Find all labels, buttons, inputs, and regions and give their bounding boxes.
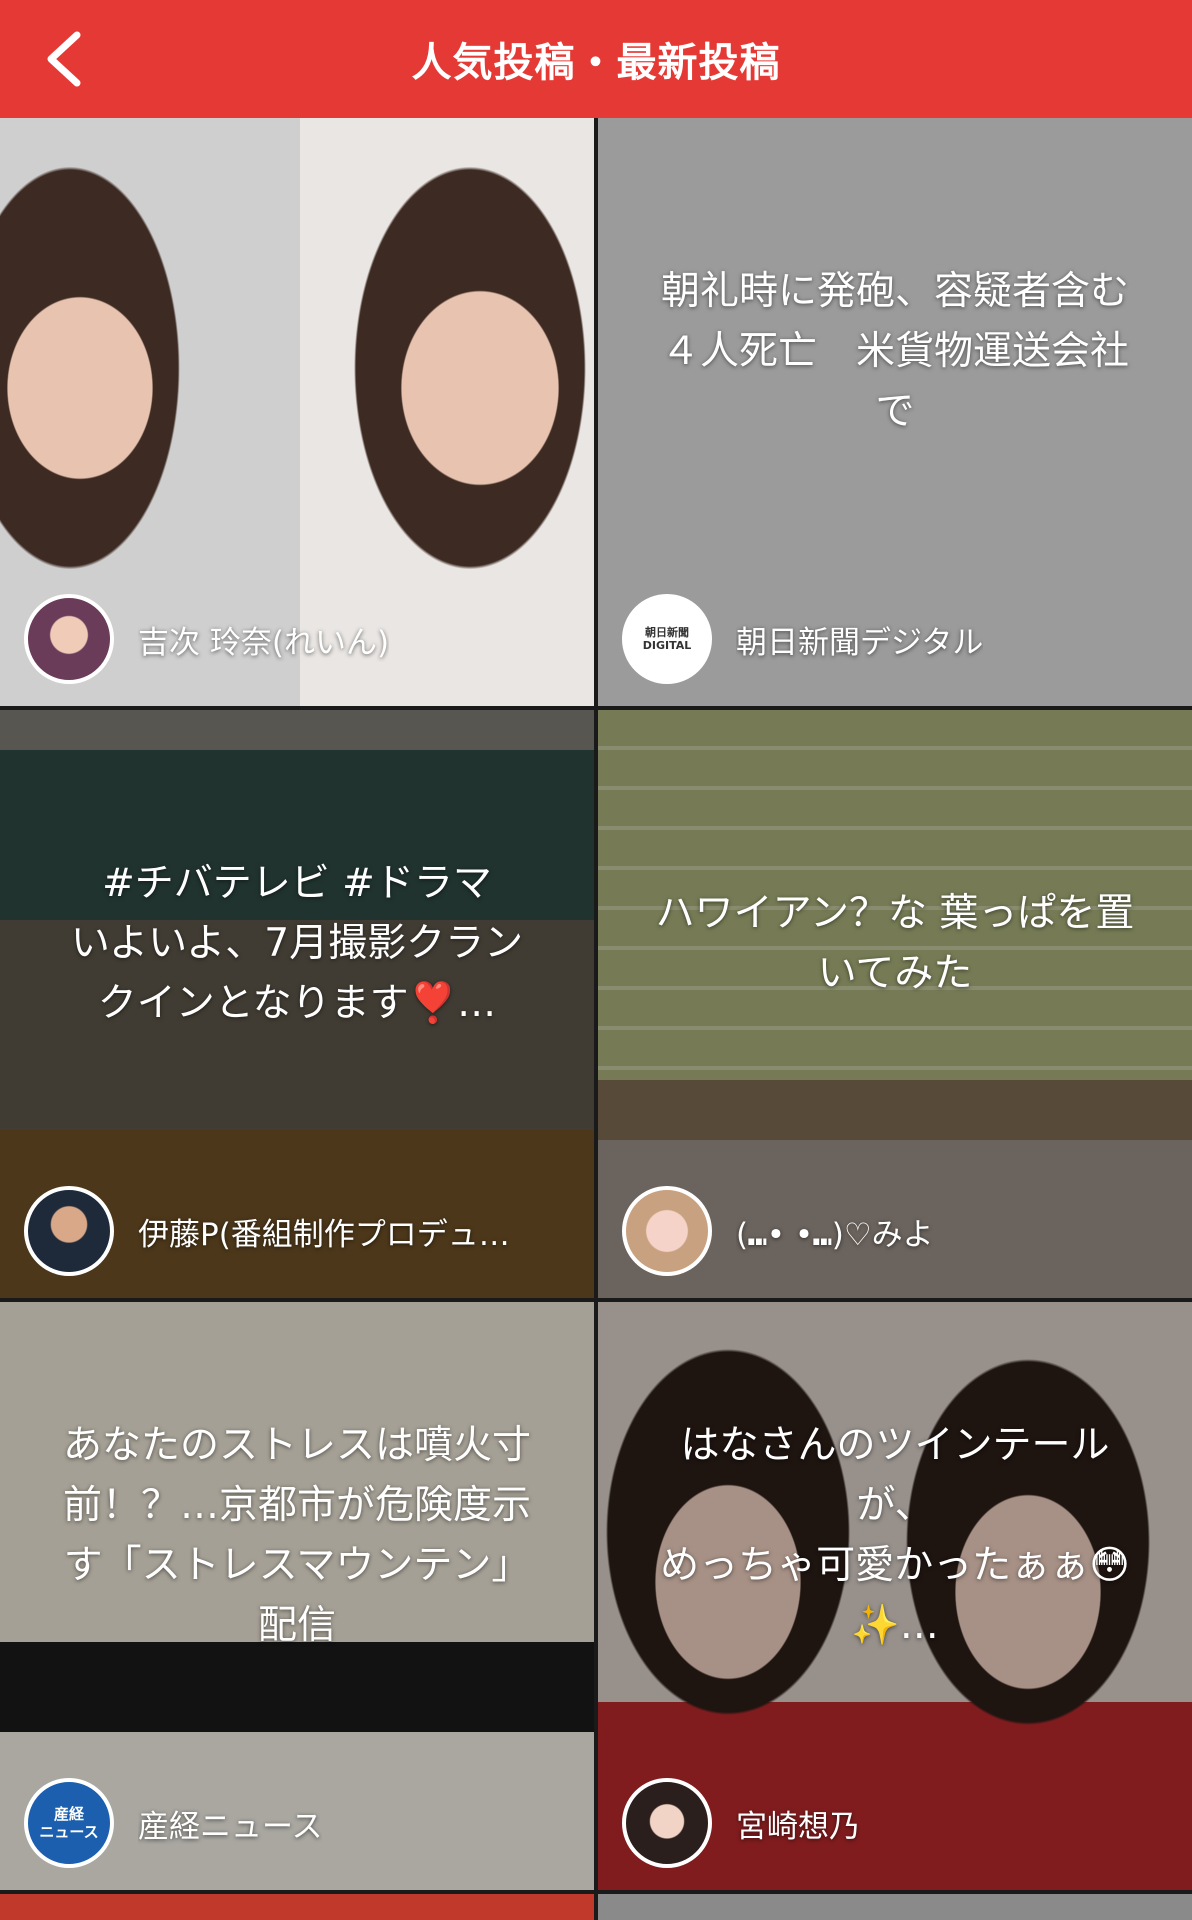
post-author[interactable]: 伊藤P(番組制作プロデュ… [24, 1186, 574, 1276]
post-caption: あなたのストレスは噴火寸 前！？…京都市が危険度示 す「ストレスマウンテン」 配… [62, 1423, 531, 1648]
avatar[interactable] [24, 1186, 114, 1276]
author-name: 吉次 玲奈(れいん) [138, 624, 390, 661]
post-image [0, 1894, 594, 1920]
post-caption: はなさんのツインテール が、 めっちゃ可愛かったぁぁ😳 ✨… [660, 1423, 1130, 1648]
author-name: 宮崎想乃 [736, 1808, 860, 1845]
post-caption: #チバテレビ #ドラマ いよいよ、7月撮影クラン クインとなります❣️… [70, 861, 524, 1026]
post-tile[interactable]: #チバテレビ #ドラマ いよいよ、7月撮影クラン クインとなります❣️… 伊藤P… [0, 710, 594, 1298]
post-tile[interactable]: あなたのストレスは噴火寸 前！？…京都市が危険度示 す「ストレスマウンテン」 配… [0, 1302, 594, 1890]
post-tile[interactable]: ハワイアン？な 葉っぱを置 いてみた (⑉• •⑉)♡みよ [598, 710, 1192, 1298]
post-caption: 朝礼時に発砲、容疑者含む ４人死亡 米貨物運送会社 で [660, 269, 1129, 434]
author-name: 伊藤P(番組制作プロデュ… [138, 1216, 510, 1253]
author-name: (⑉• •⑉)♡みよ [736, 1216, 934, 1253]
back-button[interactable] [26, 22, 100, 96]
avatar[interactable] [622, 1778, 712, 1868]
avatar[interactable] [622, 1186, 712, 1276]
avatar[interactable] [24, 594, 114, 684]
post-tile[interactable]: はなさんのツインテール が、 めっちゃ可愛かったぁぁ😳 ✨… 宮崎想乃 [598, 1302, 1192, 1890]
post-author[interactable]: 朝日新聞 DIGITAL 朝日新聞デジタル [622, 594, 1172, 684]
post-author[interactable]: 吉次 玲奈(れいん) [24, 594, 574, 684]
post-tile[interactable]: 朝礼時に発砲、容疑者含む ４人死亡 米貨物運送会社 で 朝日新聞 DIGITAL… [598, 118, 1192, 706]
post-author[interactable]: 宮崎想乃 [622, 1778, 1172, 1868]
post-image [598, 1894, 1192, 1920]
post-author[interactable]: (⑉• •⑉)♡みよ [622, 1186, 1172, 1276]
chevron-left-icon [47, 31, 81, 87]
post-tile[interactable]: 吉次 玲奈(れいん) [0, 118, 594, 706]
avatar-logo-text: 産経 ニュース [39, 1805, 99, 1841]
author-name: 産経ニュース [138, 1808, 323, 1845]
post-author[interactable]: 産経 ニュース 産経ニュース [24, 1778, 574, 1868]
post-caption: ハワイアン？な 葉っぱを置 いてみた [655, 891, 1135, 996]
page-title: 人気投稿・最新投稿 [411, 40, 781, 86]
app-header: 人気投稿・最新投稿 [0, 0, 1192, 118]
author-name: 朝日新聞デジタル [736, 624, 984, 661]
avatar[interactable]: 産経 ニュース [24, 1778, 114, 1868]
avatar[interactable]: 朝日新聞 DIGITAL [622, 594, 712, 684]
post-caption [40, 118, 554, 586]
post-tile[interactable] [598, 1894, 1192, 1920]
post-tile[interactable] [0, 1894, 594, 1920]
avatar-logo-text: 朝日新聞 DIGITAL [642, 626, 692, 652]
post-grid: 吉次 玲奈(れいん) 朝礼時に発砲、容疑者含む ４人死亡 米貨物運送会社 で 朝… [0, 118, 1192, 1920]
